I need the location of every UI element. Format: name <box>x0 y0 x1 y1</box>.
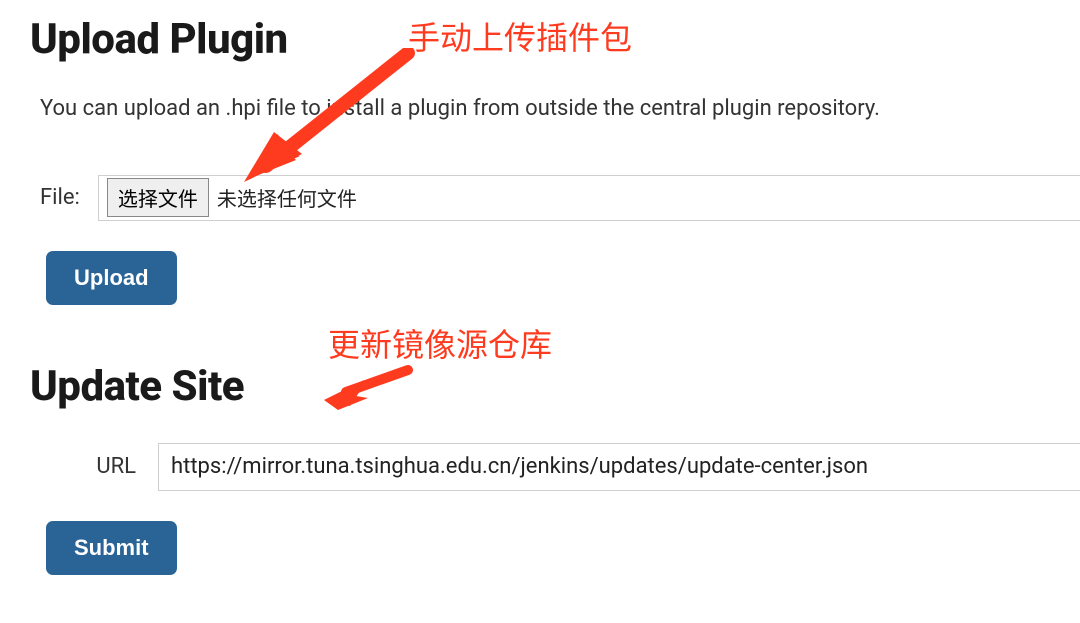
upload-plugin-description: You can upload an .hpi file to install a… <box>40 94 1080 125</box>
upload-plugin-heading: Upload Plugin <box>30 0 1080 64</box>
file-input-container[interactable]: 选择文件 未选择任何文件 <box>98 175 1080 221</box>
file-status-text: 未选择任何文件 <box>217 183 357 212</box>
url-input[interactable] <box>158 443 1080 491</box>
upload-button[interactable]: Upload <box>46 251 177 305</box>
file-label: File: <box>40 185 80 210</box>
submit-button[interactable]: Submit <box>46 521 177 575</box>
url-row: URL <box>40 443 1080 491</box>
file-row: File: 选择文件 未选择任何文件 <box>40 175 1080 221</box>
choose-file-button[interactable]: 选择文件 <box>107 178 209 217</box>
update-site-heading: Update Site <box>30 347 1080 411</box>
url-label: URL <box>40 454 158 479</box>
